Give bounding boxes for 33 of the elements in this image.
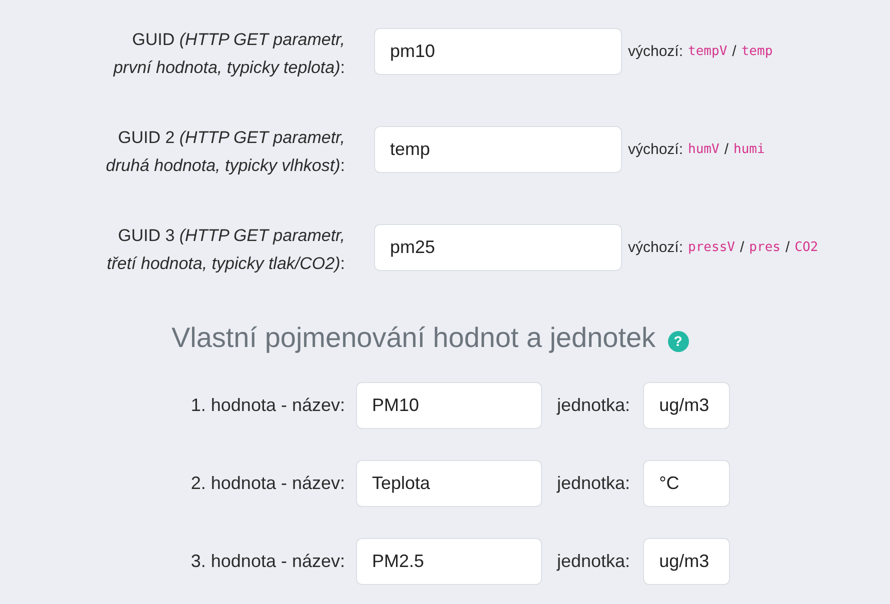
code-text: temp (741, 44, 773, 59)
code-text: pres (749, 240, 780, 255)
field-label: GUID 2 (HTTP GET parametr, druhá hodnota, typicky vlhkost): (105, 127, 345, 177)
separator-text: / (785, 239, 790, 256)
code-text: humV (688, 142, 720, 157)
field-label: GUID (HTTP GET parametr, první hodnota, typicky teplota): (112, 29, 345, 79)
field-label: 3. hodnota - název: (190, 551, 345, 572)
field-label: 2. hodnota - název: (190, 473, 345, 494)
hint-label: výchozí: (628, 141, 684, 158)
field-label: GUID 3 (HTTP GET parametr, třetí hodnota, typicky tlak/CO2): (106, 225, 345, 275)
hint-label: výchozí: (628, 43, 684, 60)
separator-text: / (740, 239, 744, 256)
input-field[interactable]: pm10 (374, 28, 622, 75)
input-field[interactable]: temp (374, 126, 622, 173)
code-text: tempV (688, 44, 728, 59)
field-label: 1. hodnota - název: (190, 395, 345, 416)
name-input[interactable]: PM2.5 (356, 538, 542, 585)
name-input[interactable]: Teplota (356, 460, 542, 507)
unit-label: jednotka: (557, 473, 630, 494)
unit-label: jednotka: (557, 395, 630, 416)
name-input[interactable]: PM10 (356, 382, 542, 429)
section-title: Vlastní pojmenování hodnot a jednotek (171, 322, 656, 354)
unit-input[interactable]: °C (643, 460, 730, 507)
code-text: pressV (688, 240, 735, 255)
unit-input[interactable]: ug/m3 (643, 382, 730, 429)
separator-text: / (724, 141, 729, 158)
hint-label: výchozí: (628, 239, 684, 256)
code-text: humi (734, 142, 765, 157)
unit-input[interactable]: ug/m3 (643, 538, 730, 585)
code-text: CO2 (794, 240, 818, 255)
input-field[interactable]: pm25 (374, 224, 622, 271)
unit-label: jednotka: (557, 551, 630, 572)
separator-text: / (732, 43, 736, 60)
